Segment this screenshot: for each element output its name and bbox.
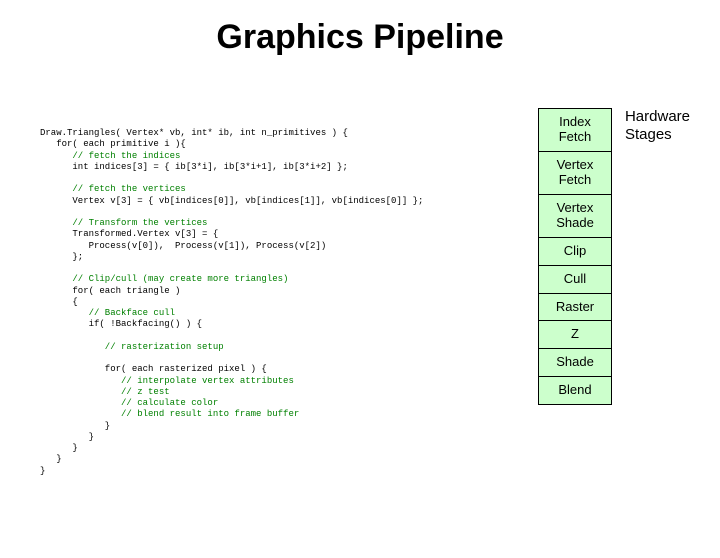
stage-clip: Clip (538, 237, 612, 266)
stage-label: Fetch (559, 172, 592, 187)
stage-z: Z (538, 320, 612, 349)
code-comment: // z test (40, 387, 170, 397)
code-comment: // blend result into frame buffer (40, 409, 299, 419)
code-line: Draw.Triangles( Vertex* vb, int* ib, int… (40, 128, 348, 138)
stage-label: Clip (564, 243, 586, 258)
hardware-stages-label: Hardware Stages (625, 108, 690, 144)
stage-index-fetch: Index Fetch (538, 108, 612, 152)
stage-cull: Cull (538, 265, 612, 294)
code-line: } (40, 443, 78, 453)
stage-label: Blend (558, 382, 591, 397)
stage-shade: Shade (538, 348, 612, 377)
code-line: } (40, 466, 45, 476)
code-line: int indices[3] = { ib[3*i], ib[3*i+1], i… (40, 162, 348, 172)
stage-label: Vertex (557, 157, 594, 172)
stage-vertex-fetch: Vertex Fetch (538, 151, 612, 195)
hs-l2: Stages (625, 126, 672, 143)
code-line: } (40, 432, 94, 442)
code-line: Transformed.Vertex v[3] = { (40, 229, 218, 239)
stage-label: Index (559, 114, 591, 129)
stage-label: Cull (564, 271, 586, 286)
code-comment: // Transform the vertices (40, 218, 207, 228)
code-line: Vertex v[3] = { vb[indices[0]], vb[indic… (40, 196, 423, 206)
stage-label: Fetch (559, 129, 592, 144)
code-line: { (40, 297, 78, 307)
code-line: for( each triangle ) (40, 286, 180, 296)
pipeline-boxes: Index Fetch Vertex Fetch Vertex Shade Cl… (538, 108, 612, 404)
stage-label: Raster (556, 299, 594, 314)
slide-title: Graphics Pipeline (0, 18, 720, 57)
code-comment: // fetch the indices (40, 151, 180, 161)
code-line: } (40, 454, 62, 464)
stage-label: Vertex (557, 200, 594, 215)
code-line: for( each rasterized pixel ) { (40, 364, 267, 374)
code-line: if( !Backfacing() ) { (40, 319, 202, 329)
code-line: } (40, 421, 110, 431)
code-line: }; (40, 252, 83, 262)
code-line: Process(v[0]), Process(v[1]), Process(v[… (40, 241, 326, 251)
stage-label: Shade (556, 354, 594, 369)
stage-blend: Blend (538, 376, 612, 405)
code-comment: // Clip/cull (may create more triangles) (40, 274, 288, 284)
code-comment: // rasterization setup (40, 342, 224, 352)
code-comment: // Backface cull (40, 308, 175, 318)
stage-label: Shade (556, 215, 594, 230)
code-comment: // calculate color (40, 398, 218, 408)
stage-label: Z (571, 326, 579, 341)
stage-raster: Raster (538, 293, 612, 322)
code-line: for( each primitive i ){ (40, 139, 186, 149)
code-comment: // interpolate vertex attributes (40, 376, 294, 386)
hs-l1: Hardware (625, 108, 690, 125)
code-comment: // fetch the vertices (40, 184, 186, 194)
code-block: Draw.Triangles( Vertex* vb, int* ib, int… (40, 128, 500, 477)
stage-vertex-shade: Vertex Shade (538, 194, 612, 238)
